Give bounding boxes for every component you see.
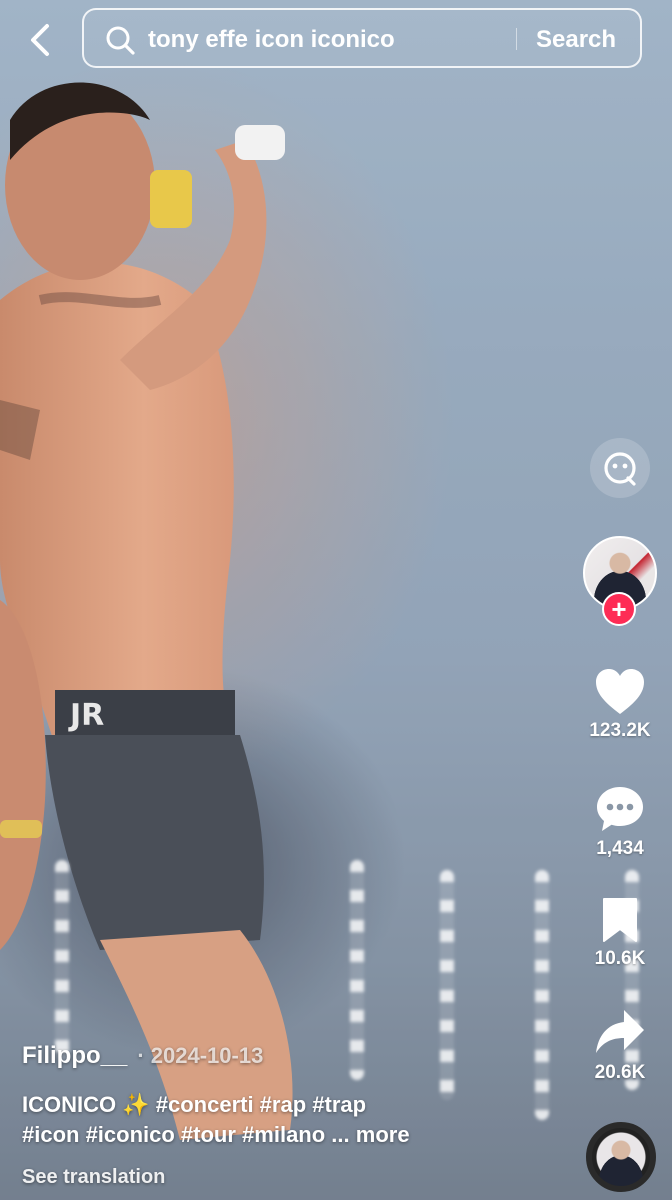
search-icon <box>106 26 135 55</box>
see-translation-link[interactable]: See translation <box>22 1166 562 1189</box>
bookmark-icon <box>603 898 637 942</box>
plus-icon: + <box>611 594 627 624</box>
caption-line-1: ICONICO ✨ #concerti #rap #trap <box>22 1090 562 1120</box>
video-screen[interactable]: JR tony effe icon iconico Search + 123.2… <box>0 0 672 1200</box>
search-button[interactable]: Search <box>536 26 616 54</box>
heart-icon <box>596 669 644 714</box>
like-button[interactable]: 123.2K <box>580 668 660 742</box>
share-count: 20.6K <box>594 1062 646 1083</box>
video-frame[interactable]: JR <box>0 0 672 1200</box>
share-arrow-icon <box>596 1010 644 1053</box>
smiley-search-icon <box>604 452 636 486</box>
svg-text:JR: JR <box>68 698 104 733</box>
save-count: 10.6K <box>594 948 646 969</box>
comment-button[interactable]: 1,434 <box>580 784 660 860</box>
caption-hashtags-1[interactable]: #concerti #rap #trap <box>150 1092 366 1117</box>
sound-disc[interactable] <box>586 1122 656 1192</box>
back-button[interactable] <box>22 20 58 60</box>
post-date: · 2024-10-13 <box>137 1043 264 1068</box>
comment-bubble-icon <box>597 787 643 831</box>
inline-search-button[interactable] <box>590 438 650 498</box>
search-query-text[interactable]: tony effe icon iconico <box>148 26 395 54</box>
sparkle-icon: ✨ <box>122 1092 150 1117</box>
stage-light <box>55 860 69 1060</box>
author-line: Filippo__ · 2024-10-13 <box>22 1042 562 1070</box>
author-name[interactable]: Filippo__ <box>22 1042 127 1070</box>
follow-button[interactable]: + <box>602 592 636 626</box>
caption-text[interactable]: ICONICO ✨ #concerti #rap #trap #icon #ic… <box>22 1090 562 1150</box>
share-button[interactable]: 20.6K <box>580 1006 660 1084</box>
search-divider <box>516 28 517 50</box>
chevron-left-icon <box>31 24 49 56</box>
caption-line-2: #icon #iconico #tour #milano ... more <box>22 1120 562 1150</box>
caption-title: ICONICO <box>22 1092 123 1117</box>
more-link[interactable]: more <box>350 1122 410 1147</box>
comment-count: 1,434 <box>596 838 644 859</box>
search-field[interactable]: tony effe icon iconico Search <box>82 8 642 68</box>
caption-hashtags-2[interactable]: #icon #iconico #tour #milano ... <box>22 1122 350 1147</box>
post-caption: Filippo__ · 2024-10-13 ICONICO ✨ #concer… <box>22 1042 562 1189</box>
top-search-bar: tony effe icon iconico Search <box>0 0 672 80</box>
save-button[interactable]: 10.6K <box>580 896 660 970</box>
like-count: 123.2K <box>589 720 651 741</box>
